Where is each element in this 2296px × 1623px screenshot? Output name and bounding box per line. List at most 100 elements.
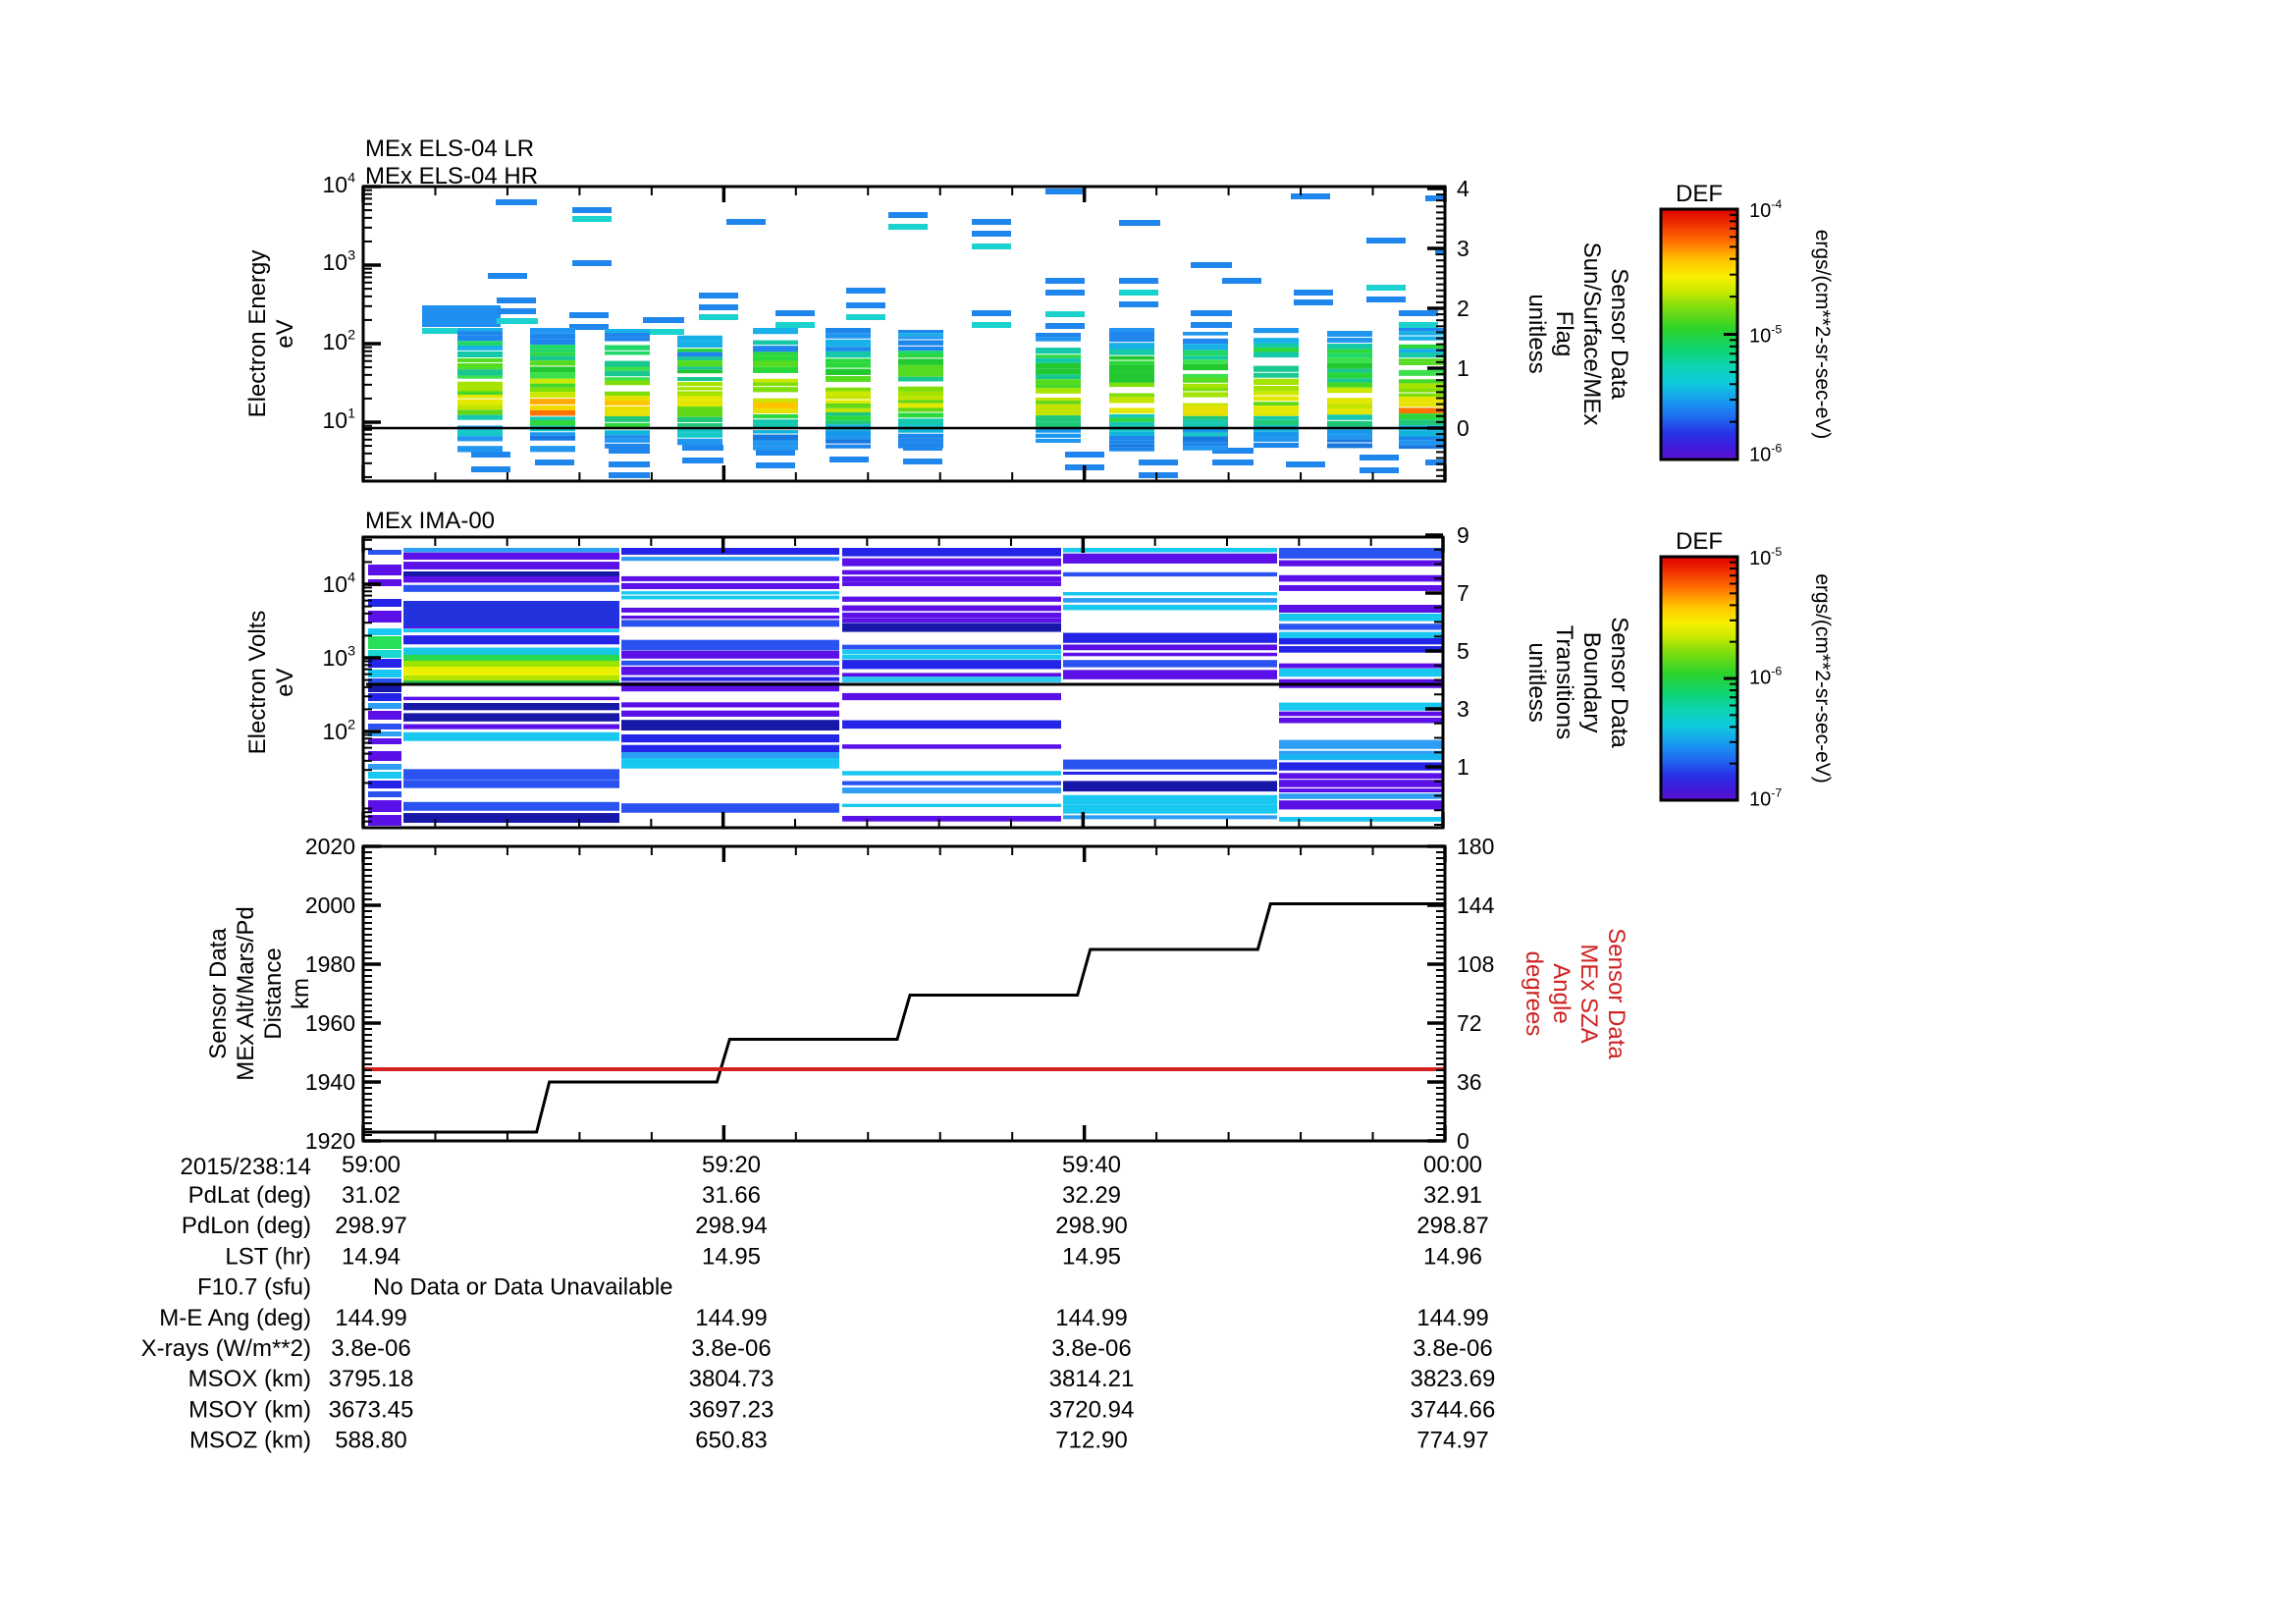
els-ytick: 101 (322, 406, 355, 433)
els-dash (888, 224, 928, 230)
els-burst-stripe (605, 396, 650, 402)
els-flag-tick: 1 (1457, 355, 1469, 381)
table-value: 3673.45 (329, 1396, 414, 1423)
els-burst-stripe (1327, 434, 1372, 440)
els-burst-stripe (898, 330, 943, 334)
els-dash (497, 298, 536, 303)
els-burst-stripe (826, 420, 871, 425)
els-burst-stripe (457, 394, 503, 399)
els-burst-stripe (1109, 393, 1154, 398)
els-dash (1139, 472, 1178, 478)
els-burst-stripe (457, 357, 503, 362)
table-value: 32.29 (1062, 1182, 1121, 1209)
ima-stripe (403, 724, 619, 730)
els-burst-stripe (826, 351, 871, 358)
els-burst-stripe (1109, 377, 1154, 383)
els-dash (846, 288, 885, 294)
els-burst-stripe (826, 400, 871, 404)
alt-ytick: 1940 (305, 1069, 355, 1095)
ima-stripe (1063, 571, 1277, 577)
table-value: 3697.23 (689, 1396, 774, 1423)
els-burst-stripe (826, 333, 871, 339)
els-dash (1045, 278, 1085, 284)
axis-label-line: degrees (1521, 951, 1547, 1037)
ima-ytick: 103 (322, 644, 355, 671)
els-burst-stripe (457, 341, 503, 347)
els-burst-stripe (1183, 344, 1228, 351)
ima-stripe (621, 591, 839, 595)
table-value: 3.8e-06 (1051, 1335, 1131, 1362)
els-burst-stripe (1036, 438, 1081, 443)
els-burst-stripe (898, 412, 943, 418)
els-burst-stripe (530, 378, 575, 384)
ima-stripe (1063, 771, 1277, 776)
ima-stripe (842, 654, 1061, 660)
els-burst-stripe (1036, 368, 1081, 375)
els-burst-stripe (1183, 432, 1228, 437)
colorbar-tick-label: 10-7 (1749, 786, 1782, 811)
els-burst-stripe (753, 340, 798, 346)
alt-ytick: 1920 (305, 1128, 355, 1154)
colorbar-units: ergs/(cm**2-sr-sec-eV) (1811, 573, 1834, 784)
colorbar-tick-label: 10-5 (1749, 545, 1782, 569)
els-burst-stripe (753, 440, 798, 447)
table-nodata: No Data or Data Unavailable (373, 1274, 673, 1301)
colorbar-title: DEF (1676, 181, 1723, 207)
ima-stripe (842, 649, 1061, 655)
els-burst-stripe (1254, 391, 1299, 396)
ima-stripe (1279, 584, 1443, 591)
els-burst-stripe (605, 366, 650, 371)
els-burst-stripe (898, 429, 943, 433)
els-dash (972, 310, 1011, 316)
els-burst-stripe (457, 362, 503, 370)
table-value: 32.91 (1423, 1182, 1482, 1209)
ima-stripe (621, 720, 839, 730)
ima-stripe (403, 713, 619, 722)
shape: 10 (322, 329, 347, 354)
els-burst-stripe (1109, 331, 1154, 337)
table-row-label: M-E Ang (deg) (159, 1305, 311, 1331)
els-burst-stripe (826, 436, 871, 440)
els-dash (682, 445, 723, 451)
ima-stripe (1279, 762, 1443, 771)
ima-stripe (1279, 788, 1443, 793)
els-dash (1366, 297, 1406, 302)
shape: 10 (322, 571, 347, 597)
els-burst-stripe (1036, 362, 1081, 369)
els-burst-stripe (826, 411, 871, 416)
ima-col0-stripe (368, 636, 401, 649)
els-ytick: 103 (322, 248, 355, 275)
table-value: 31.02 (342, 1182, 400, 1209)
ima-col0-stripe (368, 611, 401, 622)
colorbar-tick-label: 10-4 (1749, 197, 1782, 222)
els-burst-stripe (898, 346, 943, 352)
els-burst-stripe (753, 419, 798, 424)
sza-ytick: 108 (1457, 951, 1494, 977)
date-label: 2015/238:14 (180, 1154, 311, 1180)
els-burst-stripe (898, 364, 943, 371)
els-burst-stripe (1254, 431, 1299, 438)
shape: 3 (347, 248, 355, 264)
sza-ytick: 0 (1457, 1128, 1469, 1154)
els-burst-stripe (1109, 343, 1154, 350)
plots-svg: DEF10-410-510-6ergs/(cm**2-sr-sec-eV)DEF… (141, 171, 1834, 1454)
els-burst-stripe (677, 360, 722, 367)
els-dash (1366, 238, 1406, 243)
time-tick-label: 59:00 (342, 1152, 400, 1178)
els-burst-stripe (605, 430, 650, 436)
els-burst-stripe (826, 407, 871, 412)
els-burst-stripe (753, 355, 798, 361)
els-burst-stripe (1254, 343, 1299, 349)
els-burst-stripe (457, 399, 503, 406)
els-burst-stripe (1254, 352, 1299, 358)
els-burst-stripe (530, 345, 575, 350)
els-dash (1360, 467, 1399, 473)
els-burst-stripe (1183, 406, 1228, 411)
ima-stripe (1279, 605, 1443, 613)
els-dash (699, 314, 738, 320)
ima-col0-stripe (368, 550, 401, 555)
els-burst-stripe (1183, 355, 1228, 360)
table-value: 712.90 (1055, 1428, 1127, 1454)
els-burst-stripe (530, 432, 575, 436)
els-dash (535, 460, 574, 465)
